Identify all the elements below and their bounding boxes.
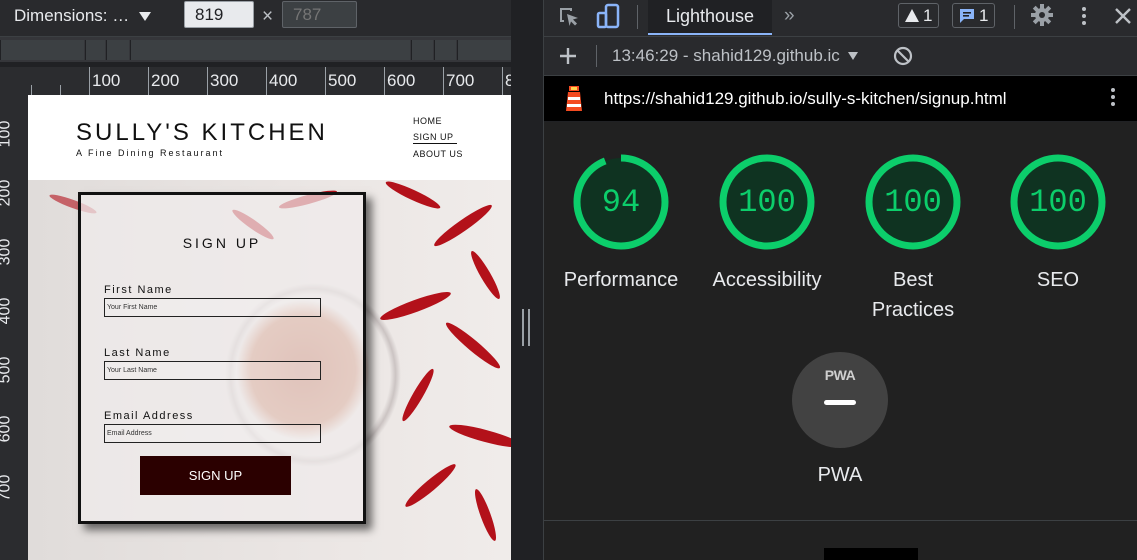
ruler-label: 500 (0, 356, 14, 384)
chevron-down-icon (847, 52, 858, 60)
site-header: SULLY'S KITCHEN A Fine Dining Restaurant… (28, 95, 511, 180)
settings-gear-icon[interactable] (1030, 3, 1054, 27)
device-toggle-icon[interactable] (596, 3, 622, 29)
panel-divider (511, 0, 543, 560)
report-footer-block (824, 548, 918, 560)
clear-block-icon[interactable] (893, 46, 913, 66)
close-icon[interactable] (1114, 7, 1132, 25)
inspect-element-icon[interactable] (558, 6, 580, 28)
warning-icon (905, 9, 919, 22)
nav-home-link[interactable]: HOME (413, 116, 442, 126)
site-tagline: A Fine Dining Restaurant (76, 148, 225, 158)
performance-gauge[interactable]: 94 (573, 154, 669, 250)
vertical-ruler: 100 200 300 400 500 600 700 (0, 95, 28, 560)
horizontal-ruler: 100 200 300 400 500 600 700 800 (0, 67, 543, 96)
nav-about-link[interactable]: ABOUT US (413, 149, 463, 159)
messages-badge[interactable]: 1 (952, 3, 996, 28)
report-select-label: 13:46:29 - shahid129.github.ic (612, 46, 840, 65)
height-input[interactable] (282, 1, 357, 28)
signup-form: SIGN UP First Name Your First Name Last … (78, 192, 366, 524)
performance-score: 94 (601, 183, 641, 221)
message-icon (960, 8, 974, 23)
best-practices-label: Best Practices (871, 269, 955, 321)
hero-chili-background: SIGN UP First Name Your First Name Last … (28, 180, 511, 560)
ruler-label: 200 (151, 71, 180, 90)
lighthouse-logo-icon (566, 86, 582, 111)
seo-score: 100 (1029, 183, 1087, 221)
media-query-bar[interactable] (0, 37, 512, 62)
ruler-label: 500 (328, 71, 357, 90)
ruler-label: 200 (0, 179, 14, 207)
toolbar-separator (1014, 5, 1015, 29)
site-title[interactable]: SULLY'S KITCHEN (76, 119, 328, 147)
ruler-label: 400 (0, 297, 14, 325)
accessibility-label: Accessibility (712, 269, 822, 291)
ruler-label: 600 (387, 71, 416, 90)
report-footer-divider (544, 520, 1137, 521)
width-input[interactable] (184, 1, 254, 28)
report-more-options-icon[interactable] (1111, 88, 1115, 106)
warnings-badge[interactable]: 1 (898, 3, 940, 28)
pwa-badge-icon: PWA (824, 367, 856, 383)
best-practices-gauge[interactable]: 100 (865, 154, 961, 250)
dimensions-label: Dimensions: … (14, 6, 130, 25)
email-input[interactable]: Email Address (104, 424, 321, 443)
accessibility-gauge[interactable]: 100 (719, 154, 815, 250)
tab-lighthouse[interactable]: Lighthouse (648, 0, 772, 35)
last-name-label: Last Name (104, 347, 171, 359)
ruler-label: 700 (0, 474, 14, 502)
best-practices-score: 100 (884, 183, 942, 221)
email-label: Email Address (104, 410, 194, 422)
devtools-more-options-icon[interactable] (1082, 7, 1086, 25)
messages-count: 1 (979, 5, 989, 25)
chevron-down-icon (139, 11, 152, 21)
seo-label: SEO (1036, 269, 1080, 291)
ruler-label: 100 (0, 120, 14, 148)
ruler-label: 100 (92, 71, 121, 90)
accessibility-score: 100 (738, 183, 796, 221)
times-icon: × (262, 6, 274, 27)
last-name-input[interactable]: Your Last Name (104, 361, 321, 380)
toolbar-separator (637, 5, 638, 29)
device-viewport[interactable]: SULLY'S KITCHEN A Fine Dining Restaurant… (28, 95, 511, 560)
report-select-dropdown[interactable]: 13:46:29 - shahid129.github.ic (612, 46, 858, 66)
performance-label: Performance (563, 269, 679, 291)
ruler-label: 300 (210, 71, 239, 90)
toolbar-separator (596, 45, 597, 67)
pwa-dash-icon (824, 400, 856, 405)
ruler-label: 400 (269, 71, 298, 90)
first-name-label: First Name (104, 284, 173, 296)
pwa-label: PWA (817, 464, 863, 486)
form-heading: SIGN UP (182, 235, 262, 251)
resize-handle[interactable] (522, 309, 532, 346)
report-url[interactable]: https://shahid129.github.io/sully-s-kitc… (604, 89, 1007, 109)
ruler-label: 700 (446, 71, 475, 90)
signup-submit-button[interactable]: SIGN UP (140, 456, 291, 495)
warnings-count: 1 (923, 5, 933, 25)
ruler-label: 600 (0, 415, 14, 443)
new-report-plus-icon[interactable] (559, 47, 577, 65)
nav-signup-link[interactable]: SIGN UP (413, 132, 457, 144)
first-name-input[interactable]: Your First Name (104, 298, 321, 317)
pwa-gauge[interactable]: PWA (792, 352, 888, 448)
ruler-label: 300 (0, 238, 14, 266)
seo-gauge[interactable]: 100 (1010, 154, 1106, 250)
dimensions-dropdown[interactable]: Dimensions: … (14, 6, 152, 26)
more-tabs-icon[interactable]: » (784, 5, 795, 27)
